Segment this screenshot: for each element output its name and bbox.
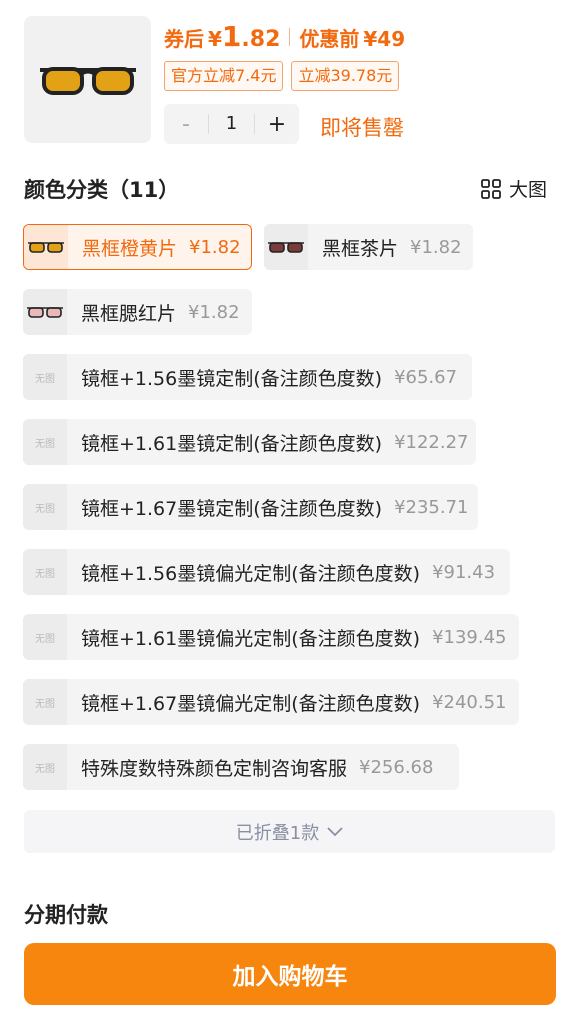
option-chip[interactable]: 黑框腮红片 ¥1.82 <box>23 289 252 335</box>
option-name: 黑框橙黄片 <box>82 237 178 260</box>
option-name: 镜框+1.61墨镜偏光定制(备注颜色度数) <box>81 627 421 650</box>
expand-collapsed-button[interactable]: 已折叠1款 <box>24 810 555 853</box>
option-price: ¥91.43 <box>432 561 496 583</box>
no-image-placeholder: 无图 <box>23 484 67 530</box>
no-image-label: 无图 <box>35 503 55 515</box>
no-image-placeholder: 无图 <box>23 679 67 725</box>
option-name: 镜框+1.61墨镜定制(备注颜色度数) <box>81 432 383 455</box>
no-image-label: 无图 <box>35 568 55 580</box>
increase-button[interactable]: + <box>255 112 299 137</box>
option-name: 黑框茶片 <box>322 237 399 260</box>
stock-status: 即将售罄 <box>320 116 404 140</box>
sunglasses-orange-icon <box>28 242 64 253</box>
no-image-placeholder: 无图 <box>23 614 67 660</box>
option-chip[interactable]: 黑框茶片 ¥1.82 <box>264 224 473 270</box>
add-to-cart-button[interactable]: 加入购物车 <box>24 943 556 1005</box>
option-name: 镜框+1.67墨镜偏光定制(备注颜色度数) <box>81 692 421 715</box>
original-price: ¥49 <box>363 27 406 51</box>
option-chip[interactable]: 无图 镜框+1.56墨镜偏光定制(备注颜色度数) ¥91.43 <box>23 549 510 595</box>
option-chip[interactable]: 无图 镜框+1.56墨镜定制(备注颜色度数) ¥65.67 <box>23 354 472 400</box>
no-image-placeholder: 无图 <box>23 744 67 790</box>
big-view-button[interactable]: 大图 <box>481 175 547 202</box>
coupon-price-label: 券后 <box>164 27 204 51</box>
grid-icon <box>481 178 501 199</box>
coupon-badge[interactable]: 立减39.78元 <box>291 61 400 91</box>
option-thumbnail <box>24 225 68 269</box>
collapsed-label: 已折叠1款 <box>235 822 320 844</box>
option-chip[interactable]: 无图 镜框+1.67墨镜定制(备注颜色度数) ¥235.71 <box>23 484 478 530</box>
sunglasses-tea-icon <box>268 242 304 253</box>
decrease-button[interactable]: - <box>164 112 208 137</box>
quantity-value[interactable]: 1 <box>208 114 255 134</box>
option-price: ¥1.82 <box>189 236 241 258</box>
option-name: 特殊度数特殊颜色定制咨询客服 <box>81 757 348 780</box>
big-view-label: 大图 <box>508 179 547 201</box>
option-chip[interactable]: 黑框橙黄片 ¥1.82 <box>23 224 252 270</box>
section-title: 颜色分类（11） <box>24 178 180 202</box>
option-chip[interactable]: 无图 镜框+1.61墨镜定制(备注颜色度数) ¥122.27 <box>23 419 476 465</box>
option-price: ¥1.82 <box>410 236 462 258</box>
no-image-placeholder: 无图 <box>23 549 67 595</box>
price-integer: 1 <box>221 20 242 53</box>
option-price: ¥256.68 <box>359 756 434 778</box>
price-row: 券后 ¥ 1 .82 优惠前 ¥49 <box>164 20 405 54</box>
price-decimal: .82 <box>241 27 281 52</box>
option-chip[interactable]: 无图 镜框+1.61墨镜偏光定制(备注颜色度数) ¥139.45 <box>23 614 519 660</box>
before-discount-label: 优惠前 <box>299 27 360 51</box>
no-image-label: 无图 <box>35 438 55 450</box>
no-image-placeholder: 无图 <box>23 419 67 465</box>
installment-title: 分期付款 <box>24 903 108 927</box>
option-chip[interactable]: 无图 镜框+1.67墨镜偏光定制(备注颜色度数) ¥240.51 <box>23 679 519 725</box>
option-thumbnail <box>264 224 308 270</box>
option-name: 镜框+1.67墨镜定制(备注颜色度数) <box>81 497 383 520</box>
no-image-label: 无图 <box>35 633 55 645</box>
option-price: ¥235.71 <box>394 496 469 518</box>
no-image-label: 无图 <box>35 373 55 385</box>
quantity-stepper: - 1 + <box>164 104 299 144</box>
option-price: ¥1.82 <box>188 301 240 323</box>
sunglasses-icon <box>39 66 136 95</box>
option-name: 镜框+1.56墨镜定制(备注颜色度数) <box>81 367 383 390</box>
sunglasses-blush-icon <box>27 307 63 318</box>
option-thumbnail <box>23 289 67 335</box>
option-name: 黑框腮红片 <box>81 302 177 325</box>
product-image[interactable] <box>24 16 151 143</box>
option-price: ¥240.51 <box>432 691 507 713</box>
chevron-down-icon <box>327 826 343 836</box>
no-image-label: 无图 <box>35 698 55 710</box>
option-price: ¥139.45 <box>432 626 507 648</box>
no-image-label: 无图 <box>35 763 55 775</box>
option-name: 镜框+1.56墨镜偏光定制(备注颜色度数) <box>81 562 421 585</box>
option-chip[interactable]: 无图 特殊度数特殊颜色定制咨询客服 ¥256.68 <box>23 744 459 790</box>
coupon-list: 官方立减7.4元 立减39.78元 <box>164 61 400 91</box>
option-price: ¥65.67 <box>394 366 458 388</box>
no-image-placeholder: 无图 <box>23 354 67 400</box>
divider <box>289 28 291 46</box>
coupon-badge[interactable]: 官方立减7.4元 <box>164 61 284 91</box>
currency-symbol: ¥ <box>208 27 222 51</box>
option-price: ¥122.27 <box>394 431 469 453</box>
